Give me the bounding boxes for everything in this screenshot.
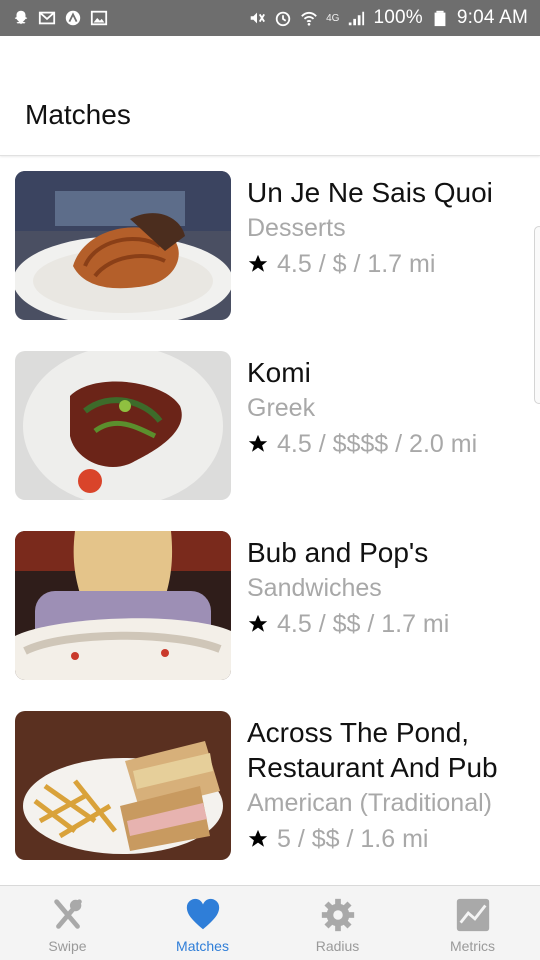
restaurant-name: Bub and Pop's xyxy=(247,537,429,568)
snapchat-icon xyxy=(12,9,30,27)
matches-list[interactable]: Un Je Ne Sais Quoi Desserts 4.5 / $ / 1.… xyxy=(0,157,540,885)
restaurant-name: Un Je Ne Sais Quoi xyxy=(247,177,493,208)
restaurant-category: Desserts xyxy=(247,214,346,242)
star-icon xyxy=(247,433,269,455)
chart-icon xyxy=(454,896,492,934)
network-type: 4G xyxy=(326,12,340,24)
restaurant-info: Bub and Pop's Sandwiches 4.5 / $$ / 1.7 … xyxy=(247,535,532,642)
status-right: 4G 100% 9:04 AM xyxy=(248,7,528,29)
restaurant-name: Across The Pond, xyxy=(247,717,470,748)
restaurant-name: Komi xyxy=(247,357,311,388)
wifi-icon xyxy=(300,9,318,27)
rating-price-distance: 4.5 / $ / 1.7 mi xyxy=(277,250,436,278)
app-header: Matches xyxy=(0,36,540,156)
restaurant-category: Greek xyxy=(247,394,316,422)
list-item[interactable]: Bub and Pop's Sandwiches 4.5 / $$ / 1.7 … xyxy=(0,517,540,697)
nav-radius[interactable]: Radius xyxy=(270,886,405,960)
restaurant-meta: 5 / $$ / 1.6 mi xyxy=(247,821,532,857)
battery-percent: 100% xyxy=(373,7,423,28)
restaurant-photo[interactable] xyxy=(15,171,231,320)
bottom-nav: Swipe Matches Radius Metrics xyxy=(0,885,540,960)
status-bar: 4G 100% 9:04 AM xyxy=(0,0,540,36)
battery-icon xyxy=(431,9,449,27)
restaurant-category: American (Traditional) xyxy=(247,789,492,817)
star-icon xyxy=(247,613,269,635)
restaurant-photo[interactable] xyxy=(15,531,231,680)
rating-price-distance: 4.5 / $$$$ / 2.0 mi xyxy=(277,430,478,458)
nav-label: Metrics xyxy=(449,938,496,954)
nav-matches[interactable]: Matches xyxy=(135,886,270,960)
clock: 9:04 AM xyxy=(456,7,528,28)
restaurant-info: Un Je Ne Sais Quoi Desserts 4.5 / $ / 1.… xyxy=(247,175,532,282)
fork-knife-icon xyxy=(49,896,87,934)
restaurant-info: Across The Pond, Restaurant And Pub Amer… xyxy=(247,715,532,857)
rating-price-distance: 4.5 / $$ / 1.7 mi xyxy=(277,610,450,638)
scroll-handle[interactable] xyxy=(534,226,540,404)
mute-icon xyxy=(248,9,266,27)
restaurant-name-line2: Restaurant And Pub xyxy=(247,752,498,783)
nav-label: Swipe xyxy=(48,938,87,954)
rating-price-distance: 5 / $$ / 1.6 mi xyxy=(277,825,429,853)
restaurant-category: Sandwiches xyxy=(247,574,382,602)
gallery-icon xyxy=(90,9,108,27)
nav-metrics[interactable]: Metrics xyxy=(405,886,540,960)
star-icon xyxy=(247,253,269,275)
list-item[interactable]: Un Je Ne Sais Quoi Desserts 4.5 / $ / 1.… xyxy=(0,157,540,337)
star-icon xyxy=(247,828,269,850)
app-icon xyxy=(64,9,82,27)
gmail-icon xyxy=(38,9,56,27)
list-item[interactable]: Across The Pond, Restaurant And Pub Amer… xyxy=(0,697,540,885)
heart-icon xyxy=(184,896,222,934)
restaurant-meta: 4.5 / $$$$ / 2.0 mi xyxy=(247,426,532,462)
page-title: Matches xyxy=(25,99,131,130)
restaurant-meta: 4.5 / $ / 1.7 mi xyxy=(247,246,532,282)
restaurant-photo[interactable] xyxy=(15,711,231,860)
status-left xyxy=(12,9,108,27)
alarm-icon xyxy=(274,9,292,27)
restaurant-photo[interactable] xyxy=(15,351,231,500)
gear-icon xyxy=(319,896,357,934)
list-item[interactable]: Komi Greek 4.5 / $$$$ / 2.0 mi xyxy=(0,337,540,517)
nav-label: Matches xyxy=(176,938,229,954)
nav-label: Radius xyxy=(315,938,360,954)
restaurant-info: Komi Greek 4.5 / $$$$ / 2.0 mi xyxy=(247,355,532,462)
signal-icon xyxy=(347,9,365,27)
nav-swipe[interactable]: Swipe xyxy=(0,886,135,960)
restaurant-meta: 4.5 / $$ / 1.7 mi xyxy=(247,606,532,642)
